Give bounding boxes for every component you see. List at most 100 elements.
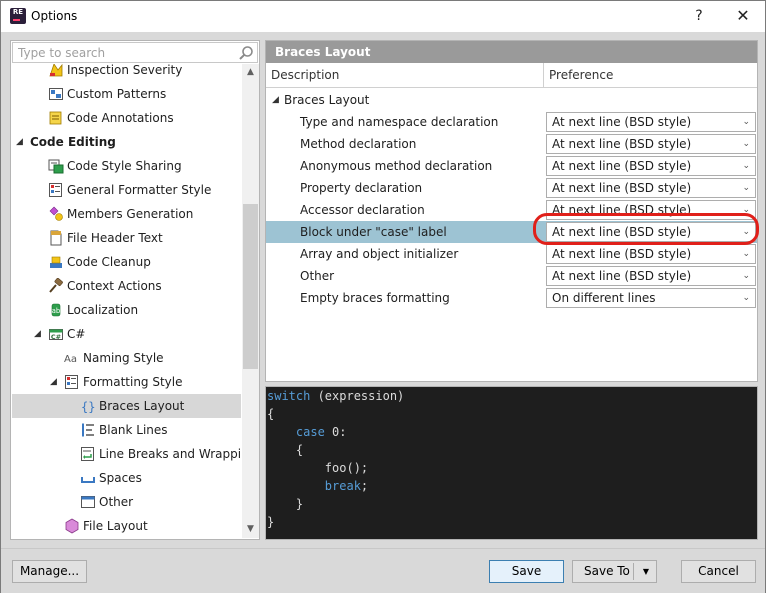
preference-dropdown[interactable]: At next line (BSD style) ⌄: [546, 222, 756, 242]
chevron-down-icon[interactable]: ⌄: [742, 245, 750, 263]
chevron-down-icon[interactable]: ⌄: [742, 289, 750, 307]
tree-item-label: Formatting Style: [83, 375, 183, 389]
setting-label: Other: [300, 269, 335, 283]
help-button[interactable]: ?: [687, 5, 711, 27]
settings-row-method-declaration[interactable]: Method declaration At next line (BSD sty…: [266, 133, 757, 155]
column-header-preference[interactable]: Preference: [544, 63, 757, 88]
scroll-up-icon[interactable]: ▲: [242, 64, 259, 81]
options-tree-panel: Inspection Severity Custom Patterns Code…: [10, 40, 260, 540]
scroll-thumb[interactable]: [243, 204, 258, 369]
save-button[interactable]: Save: [489, 560, 564, 583]
tree-item-csharp[interactable]: ◢ C# C#: [12, 322, 241, 346]
tree-item-code-style-sharing[interactable]: Code Style Sharing: [12, 154, 241, 178]
settings-row-anonymous-method[interactable]: Anonymous method declaration At next lin…: [266, 155, 757, 177]
preference-dropdown[interactable]: At next line (BSD style) ⌄: [546, 266, 756, 286]
preference-dropdown[interactable]: At next line (BSD style) ⌄: [546, 244, 756, 264]
tree-item-general-formatter-style[interactable]: General Formatter Style: [12, 178, 241, 202]
cancel-button[interactable]: Cancel: [681, 560, 756, 583]
tree-item-label: Context Actions: [67, 279, 162, 293]
tree-item-label: File Layout: [83, 519, 148, 533]
spaces-icon: [81, 477, 95, 483]
tree-item-other[interactable]: Other: [12, 490, 241, 514]
setting-label: Accessor declaration: [300, 203, 425, 217]
preference-dropdown[interactable]: At next line (BSD style) ⌄: [546, 156, 756, 176]
chevron-down-icon[interactable]: ⌄: [742, 113, 750, 131]
settings-row-property-declaration[interactable]: Property declaration At next line (BSD s…: [266, 177, 757, 199]
code-line: }: [267, 497, 304, 511]
code-style-sharing-icon: [48, 159, 64, 174]
tree-item-code-editing[interactable]: ◢ Code Editing: [12, 130, 241, 154]
tree-item-spaces[interactable]: Spaces: [12, 466, 241, 490]
chevron-down-icon[interactable]: ⌄: [742, 157, 750, 175]
preference-dropdown[interactable]: At next line (BSD style) ⌄: [546, 134, 756, 154]
close-button[interactable]: ✕: [729, 5, 757, 27]
dropdown-value: At next line (BSD style): [552, 159, 692, 173]
scroll-down-icon[interactable]: ▼: [242, 521, 259, 538]
tree-item-code-cleanup[interactable]: Code Cleanup: [12, 250, 241, 274]
options-dialog: RE Options ? ✕ Inspection Severity Custo…: [0, 0, 766, 593]
search-icon[interactable]: [238, 45, 254, 61]
tree-item-label: Code Cleanup: [67, 255, 151, 269]
tree-item-line-breaks[interactable]: Line Breaks and Wrapping: [12, 442, 241, 466]
preference-dropdown[interactable]: At next line (BSD style) ⌄: [546, 200, 756, 220]
tree-item-localization[interactable]: ab Localization: [12, 298, 241, 322]
inspection-severity-icon: [49, 64, 63, 77]
svg-text:{}: {}: [81, 400, 95, 414]
tree-item-inspection-severity[interactable]: Inspection Severity: [12, 64, 241, 82]
tree-item-braces-layout[interactable]: {} Braces Layout: [12, 394, 241, 418]
setting-label: Empty braces formatting: [300, 291, 450, 305]
title-bar: RE Options ? ✕: [1, 1, 765, 32]
settings-row-accessor-declaration[interactable]: Accessor declaration At next line (BSD s…: [266, 199, 757, 221]
setting-label: Anonymous method declaration: [300, 159, 493, 173]
tree-item-custom-patterns[interactable]: Custom Patterns: [12, 82, 241, 106]
members-generation-icon: [49, 206, 63, 221]
chevron-down-icon[interactable]: ⌄: [742, 223, 750, 241]
code-text: (expression): [310, 389, 405, 403]
setting-label: Type and namespace declaration: [300, 115, 499, 129]
tree-item-formatting-style[interactable]: ◢ Formatting Style: [12, 370, 241, 394]
dropdown-value: At next line (BSD style): [552, 137, 692, 151]
settings-row-block-under-case[interactable]: Block under "case" label At next line (B…: [266, 221, 757, 243]
dropdown-arrow-icon[interactable]: ▼: [643, 561, 649, 582]
preference-dropdown[interactable]: At next line (BSD style) ⌄: [546, 112, 756, 132]
settings-row-type-namespace[interactable]: Type and namespace declaration At next l…: [266, 111, 757, 133]
tree-scrollbar[interactable]: ▲ ▼: [242, 64, 259, 538]
column-header-description[interactable]: Description: [266, 63, 544, 88]
tree-item-members-generation[interactable]: Members Generation: [12, 202, 241, 226]
localization-icon: ab: [52, 303, 61, 317]
search-input[interactable]: [13, 43, 233, 62]
tree-item-label: Custom Patterns: [67, 87, 167, 101]
save-to-button[interactable]: Save To ▼: [572, 560, 657, 583]
expanded-arrow-icon[interactable]: ◢: [272, 96, 279, 105]
tree-item-blank-lines[interactable]: Blank Lines: [12, 418, 241, 442]
settings-group-row[interactable]: ◢ Braces Layout: [266, 89, 757, 111]
tree-item-context-actions[interactable]: Context Actions: [12, 274, 241, 298]
formatting-style-icon: [65, 375, 78, 389]
settings-row-other[interactable]: Other At next line (BSD style) ⌄: [266, 265, 757, 287]
tree-item-file-layout[interactable]: File Layout: [12, 514, 241, 538]
naming-style-icon: Aa: [64, 354, 77, 365]
tree-item-label: Code Annotations: [67, 111, 174, 125]
chevron-down-icon[interactable]: ⌄: [742, 135, 750, 153]
preference-dropdown[interactable]: On different lines ⌄: [546, 288, 756, 308]
settings-row-empty-braces[interactable]: Empty braces formatting On different lin…: [266, 287, 757, 309]
settings-row-array-object-initializer[interactable]: Array and object initializer At next lin…: [266, 243, 757, 265]
chevron-down-icon[interactable]: ⌄: [742, 267, 750, 285]
expanded-arrow-icon[interactable]: ◢: [16, 138, 24, 147]
split-separator: [633, 563, 634, 580]
dropdown-value: At next line (BSD style): [552, 225, 692, 239]
expanded-arrow-icon[interactable]: ◢: [50, 378, 58, 387]
expanded-arrow-icon[interactable]: ◢: [34, 330, 42, 339]
chevron-down-icon[interactable]: ⌄: [742, 201, 750, 219]
tree-item-code-annotations[interactable]: Code Annotations: [12, 106, 241, 130]
tree-item-label: Code Style Sharing: [67, 159, 182, 173]
manage-button[interactable]: Manage...: [12, 560, 87, 583]
tree-item-label: File Header Text: [67, 231, 163, 245]
tree-item-naming-style[interactable]: Aa Naming Style: [12, 346, 241, 370]
tree-item-file-header-text[interactable]: File Header Text: [12, 226, 241, 250]
custom-patterns-icon: [49, 88, 63, 100]
preference-dropdown[interactable]: At next line (BSD style) ⌄: [546, 178, 756, 198]
chevron-down-icon[interactable]: ⌄: [742, 179, 750, 197]
